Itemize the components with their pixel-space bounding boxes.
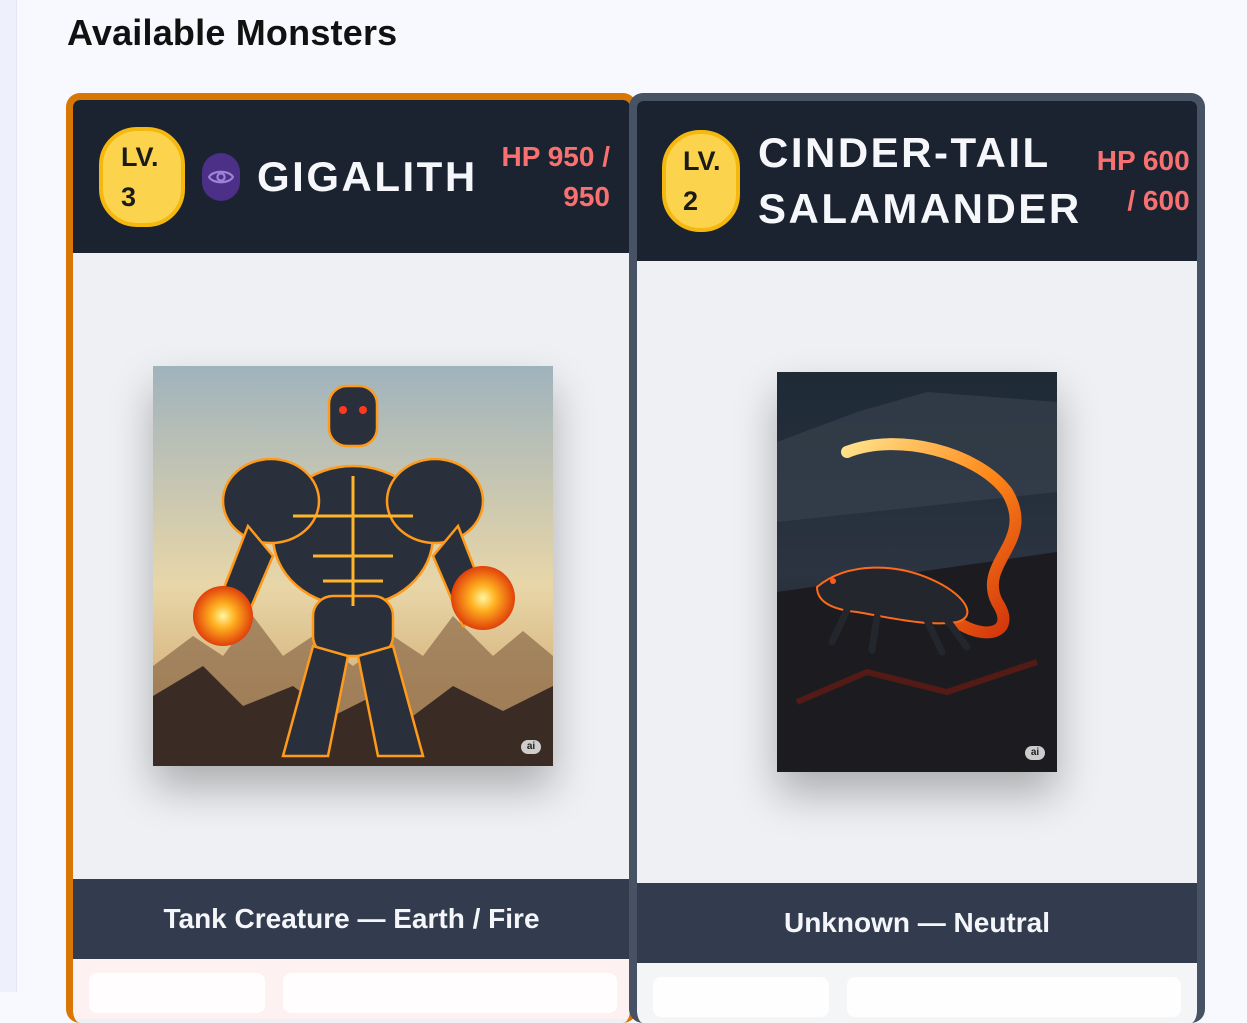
monster-descriptor: Tank Creature — Earth / Fire [73,879,630,959]
ai-badge: ai [1025,746,1045,760]
hp-line-1: HP 950 / [501,140,610,172]
ai-badge: ai [521,740,541,754]
hp-readout: HP 950 / 950 [486,137,610,217]
level-badge: LV. 3 [99,126,185,227]
stats-row [637,963,1197,1023]
hp-line-1: HP 600 [1096,145,1190,176]
left-rail [0,0,17,992]
level-label: LV. [683,146,721,176]
level-label: LV. [121,141,159,172]
hp-readout: HP 600 / 600 [1082,141,1190,221]
stat-chip [283,973,617,1013]
stat-chip [89,973,265,1013]
level-value: 2 [683,186,699,216]
hp-line-2: 950 [563,180,610,212]
monster-name-text: GIGALITH [257,152,478,200]
stats-row [73,959,630,1019]
monster-card-cinder-tail-salamander[interactable]: LV. 2 CINDER-TAIL SALAMANDER HP 600 / 60… [629,93,1205,1023]
monster-descriptor: Unknown — Neutral [637,883,1197,963]
monster-name: CINDER-TAIL SALAMANDER [758,125,1082,237]
level-value: 3 [121,181,137,212]
monster-image-area: ai [637,261,1197,883]
monster-image: ai [777,372,1057,772]
level-badge: LV. 2 [662,130,740,232]
monster-name: GIGALITH [257,149,486,205]
monster-name-line-1: CINDER-TAIL [758,129,1051,176]
page-title: Available Monsters [67,12,398,53]
monster-name-line-2: SALAMANDER [758,185,1082,232]
monster-card-gigalith[interactable]: LV. 3 GIGALITH HP 950 / 950 ai Tank Crea… [66,93,637,1023]
eye-icon[interactable] [202,152,240,201]
stat-chip [653,977,829,1017]
card-header: LV. 2 CINDER-TAIL SALAMANDER HP 600 / 60… [637,101,1197,261]
monster-image-area: ai [73,253,630,879]
monster-image: ai [153,366,553,766]
stat-chip [847,977,1181,1017]
card-header: LV. 3 GIGALITH HP 950 / 950 [73,100,630,253]
hp-line-2: / 600 [1127,185,1190,216]
